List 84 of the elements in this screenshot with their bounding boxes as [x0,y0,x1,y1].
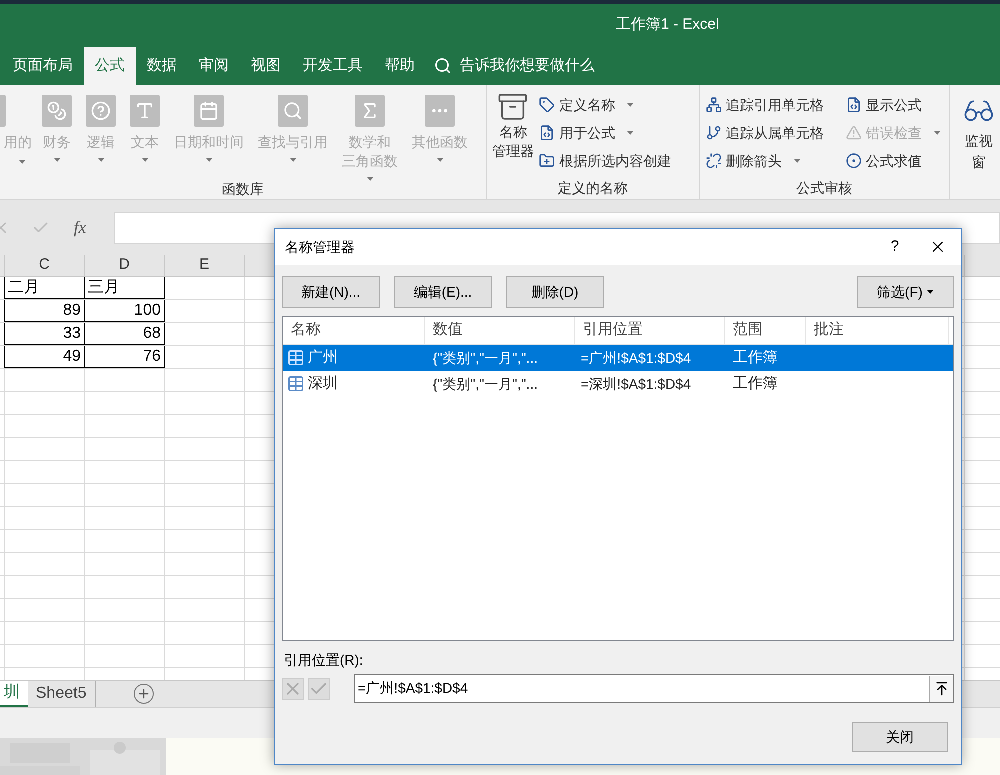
folder-plus-icon [539,153,556,169]
tell-me-search[interactable]: 告诉我你想要做什么 [434,47,660,85]
refers-to-cell-text: =深圳!$A$1:$D$4 [580,374,692,394]
ribbon-command[interactable]: 追踪从属单元格 [706,119,846,147]
group-label: 公式审核 [796,179,853,198]
unlink-icon [706,153,722,169]
refers-to-cell-text: =广州!$A$1:$D$4 [580,348,692,368]
ribbon-tab[interactable]: 页面布局 [2,47,84,85]
range-name-icon [287,375,305,393]
dialog-button[interactable]: 新建(N)... [282,276,380,308]
warning-icon [846,125,862,141]
tag-icon [539,97,556,113]
window-title: 工作簿1 - Excel [616,15,720,36]
filter-button[interactable]: 筛选(F) [857,276,954,308]
letter-book-icon [130,95,160,127]
ribbon-tab[interactable]: 数据 [136,47,188,85]
table-cell-text: 49 [63,346,81,366]
ribbon-tab[interactable]: 公式 [84,47,136,85]
group-label: 定义的名称 [558,179,628,198]
column-header[interactable]: 批注 [814,319,844,342]
group-label: 函数库 [222,180,264,199]
column-header[interactable]: 引用位置 [583,319,643,342]
name-row[interactable]: 深圳 {"类别","一月","... =深圳!$A$1:$D$4 工作簿 [283,371,953,397]
dropdown-caret-icon [926,290,934,294]
table-cell-text: 76 [143,346,161,366]
dialog-close-button[interactable]: 关闭 [852,722,948,752]
dialog-button[interactable]: 删除(D) [506,276,604,308]
table-cell-text: 68 [143,324,161,344]
column-header[interactable]: E [199,255,210,277]
circle-dot-icon [846,153,862,169]
question-book-icon [86,95,116,127]
ribbon-tab[interactable]: 帮助 [374,47,426,85]
name-manager-icon [497,91,530,123]
table-cell-text: 三月 [88,278,120,298]
branch-icon [706,125,722,141]
document-icon [846,97,862,113]
calendar-book-icon [194,95,224,127]
ribbon-tab[interactable]: 审阅 [188,47,240,85]
column-header[interactable]: D [119,255,130,277]
table-cell-text: 33 [63,324,81,344]
ribbon-command[interactable]: 追踪引用单元格 [706,91,846,119]
column-header[interactable]: 数值 [433,319,463,342]
sheet-tab[interactable]: 圳 [0,681,28,707]
ribbon-command[interactable]: 删除箭头 [706,147,846,175]
ribbon-command[interactable]: 用于公式 [539,119,672,147]
search-icon [434,57,452,75]
document-icon [539,125,556,141]
coins-book-icon [42,95,72,127]
ribbon-tab[interactable]: 开发工具 [292,47,374,85]
network-icon [706,97,722,113]
table-cell-text: 89 [63,300,81,320]
value-cell-text: {"类别","一月","... [432,348,539,368]
ribbon-tab[interactable]: 视图 [240,47,292,85]
scope-cell-text: 工作簿 [732,348,779,368]
name-cell-text: 深圳 [308,374,338,394]
help-button[interactable]: ? [875,236,915,258]
name-cell-text: 广州 [308,348,338,368]
column-header[interactable]: 名称 [291,319,321,342]
insert-function-button[interactable]: fx [74,214,104,240]
collapse-button[interactable] [929,676,953,702]
add-sheet-button[interactable] [134,684,154,704]
refers-to-field[interactable]: =广州!$A$1:$D$4 [354,674,954,703]
add-icon [136,687,151,701]
scope-cell-text: 工作簿 [732,374,779,394]
refers-to-label: 引用位置(R): [284,651,364,670]
magnifier-book-icon [278,95,308,127]
table-cell-text: 二月 [8,278,40,298]
value-cell-text: {"类别","一月","... [432,374,539,394]
upload-arrow-icon [934,680,950,696]
range-name-icon [287,349,305,367]
dialog-title: 名称管理器 [285,238,356,256]
ribbon-command[interactable]: 定义名称 [539,91,672,119]
sigma-book-icon [355,95,385,127]
dialog-button[interactable]: 编辑(E)... [394,276,492,308]
table-cell-text: 100 [134,300,161,320]
column-header[interactable]: C [39,255,50,277]
ribbon-command[interactable]: 根据所选内容创建 [539,147,672,175]
tell-me-input[interactable]: 告诉我你想要做什么 [460,54,660,78]
enter-icon [308,678,330,700]
name-row[interactable]: 广州 {"类别","一月","... =广州!$A$1:$D$4 工作簿 [283,345,953,371]
column-header[interactable]: 范围 [733,319,763,342]
name-manager-button[interactable]: 名称 管理器 [487,91,540,161]
dots-book-icon [425,95,455,127]
cancel-icon [282,678,304,700]
